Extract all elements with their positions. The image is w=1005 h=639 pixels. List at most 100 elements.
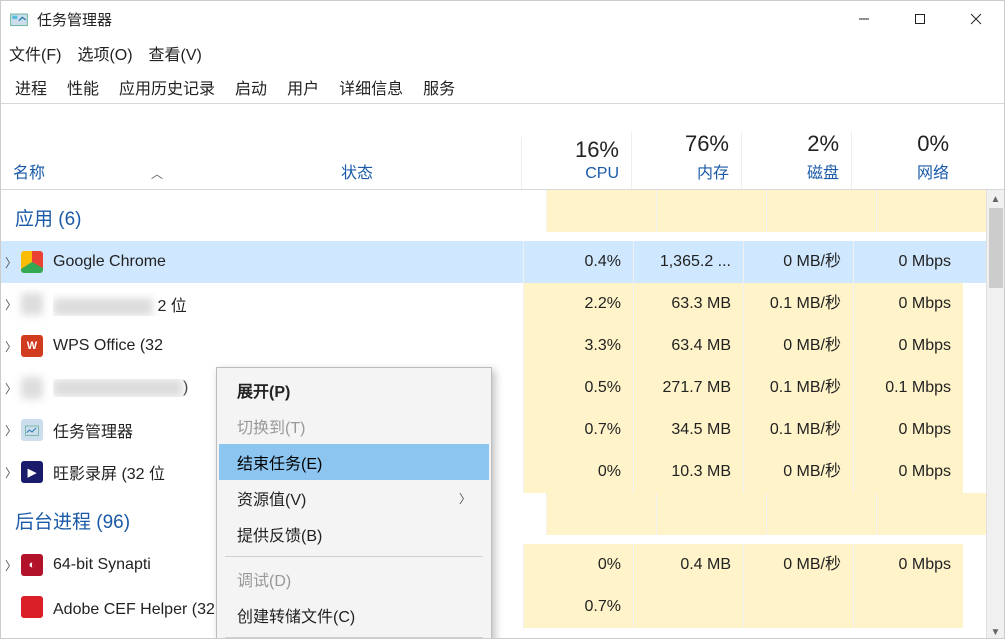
cell-cpu: 3.3%: [523, 325, 633, 367]
cell-cpu: 0.7%: [523, 409, 633, 451]
process-name: WPS Office (32: [53, 337, 343, 355]
process-row-recorder[interactable]: 〉 ▶ 旺影录屏 (32 位 0% 10.3 MB 0 MB/秒 0 Mbps: [1, 451, 986, 493]
column-network[interactable]: 0% 网络: [851, 131, 961, 189]
titlebar: 任务管理器: [1, 1, 1004, 37]
cell-cpu: 0.7%: [523, 586, 633, 628]
tab-services[interactable]: 服务: [413, 71, 465, 103]
process-row[interactable]: 〉 2 位 2.2% 63.3 MB 0.1 MB/秒 0 Mbps: [1, 283, 986, 325]
column-status-label: 状态: [341, 165, 373, 182]
menu-file[interactable]: 文件(F): [9, 41, 61, 65]
tab-details[interactable]: 详细信息: [329, 71, 413, 103]
cell-disk: [743, 586, 853, 628]
cell-cpu: 0.4%: [523, 241, 633, 283]
vertical-scrollbar[interactable]: ▲ ▼: [986, 190, 1004, 639]
column-name[interactable]: ︿ 名称: [1, 159, 341, 189]
column-disk-label: 磁盘: [807, 165, 839, 182]
column-network-label: 网络: [917, 165, 949, 182]
maximize-button[interactable]: [892, 1, 948, 37]
ctx-end-task[interactable]: 结束任务(E): [219, 444, 489, 480]
cell-network: 0.1 Mbps: [853, 367, 963, 409]
close-button[interactable]: [948, 1, 1004, 37]
cpu-usage-total: 16%: [522, 137, 619, 163]
column-disk[interactable]: 2% 磁盘: [741, 131, 851, 189]
process-list: 应用 (6) 〉 Google Chrome 0.4% 1,365.2 ... …: [1, 190, 1004, 639]
taskmgr-icon: [21, 419, 43, 441]
column-memory-label: 内存: [697, 165, 729, 182]
process-row-wps[interactable]: 〉 W WPS Office (32 3.3% 63.4 MB 0 MB/秒 0…: [1, 325, 986, 367]
scroll-up-icon[interactable]: ▲: [987, 190, 1004, 208]
cell-disk: 0.1 MB/秒: [743, 283, 853, 325]
process-row[interactable]: 〉 ) 0.5% 271.7 MB 0.1 MB/秒 0.1 Mbps: [1, 367, 986, 409]
expand-icon[interactable]: 〉: [1, 254, 21, 271]
cell-network: 0 Mbps: [853, 325, 963, 367]
process-row-adobe[interactable]: 〉 Adobe CEF Helper (32 位) 0.7%: [1, 586, 986, 628]
expand-icon[interactable]: 〉: [1, 296, 21, 313]
context-menu: 展开(P) 切换到(T) 结束任务(E) 资源值(V) 〉 提供反馈(B) 调试…: [216, 367, 492, 639]
ctx-create-dump[interactable]: 创建转储文件(C): [219, 597, 489, 633]
menu-bar: 文件(F) 选项(O) 查看(V): [1, 37, 1004, 69]
column-memory[interactable]: 76% 内存: [631, 131, 741, 189]
cell-disk: 0 MB/秒: [743, 451, 853, 493]
app-icon: [21, 377, 43, 399]
cell-memory: 63.4 MB: [633, 325, 743, 367]
menu-options[interactable]: 选项(O): [77, 41, 132, 65]
tab-strip: 进程 性能 应用历史记录 启动 用户 详细信息 服务: [1, 69, 1004, 104]
cell-cpu: 0.5%: [523, 367, 633, 409]
minimize-button[interactable]: [836, 1, 892, 37]
ctx-resource-values-label: 资源值(V): [237, 486, 306, 510]
cell-memory: 0.4 MB: [633, 544, 743, 586]
expand-icon[interactable]: 〉: [1, 464, 21, 481]
column-cpu[interactable]: 16% CPU: [521, 137, 631, 189]
cell-network: 0 Mbps: [853, 409, 963, 451]
cell-network: 0 Mbps: [853, 283, 963, 325]
cell-network: [853, 586, 963, 628]
ctx-switch-to: 切换到(T): [219, 408, 489, 444]
column-status[interactable]: 状态: [341, 159, 521, 189]
tab-performance[interactable]: 性能: [57, 71, 109, 103]
ctx-provide-feedback[interactable]: 提供反馈(B): [219, 516, 489, 552]
cell-network: 0 Mbps: [853, 451, 963, 493]
expand-icon[interactable]: 〉: [1, 557, 21, 574]
ctx-debug: 调试(D): [219, 561, 489, 597]
group-apps: 应用 (6): [1, 190, 546, 241]
expand-icon[interactable]: 〉: [1, 380, 21, 397]
scroll-thumb[interactable]: [989, 208, 1003, 288]
expand-icon[interactable]: 〉: [1, 422, 21, 439]
cell-memory: 63.3 MB: [633, 283, 743, 325]
cell-network: 0 Mbps: [853, 544, 963, 586]
task-manager-window: 任务管理器 文件(F) 选项(O) 查看(V) 进程 性能 应用历史记录 启动 …: [0, 0, 1005, 639]
memory-usage-total: 76%: [632, 131, 729, 157]
cell-cpu: 2.2%: [523, 283, 633, 325]
process-row-taskmgr[interactable]: 〉 任务管理器 0.7% 34.5 MB 0.1 MB/秒 0 Mbps: [1, 409, 986, 451]
app-icon: [21, 293, 43, 315]
process-row-synaptics[interactable]: 〉 ◐ 64-bit Synapti 0% 0.4 MB 0 MB/秒 0 Mb…: [1, 544, 986, 586]
cell-memory: 34.5 MB: [633, 409, 743, 451]
scroll-down-icon[interactable]: ▼: [987, 623, 1004, 639]
ctx-resource-values[interactable]: 资源值(V) 〉: [219, 480, 489, 516]
cell-disk: 0 MB/秒: [743, 241, 853, 283]
ctx-expand[interactable]: 展开(P): [219, 372, 489, 408]
cell-disk: 0 MB/秒: [743, 544, 853, 586]
chrome-icon: [21, 251, 43, 273]
separator: [225, 637, 483, 638]
cell-memory: 271.7 MB: [633, 367, 743, 409]
wps-icon: W: [21, 335, 43, 357]
app-icon: [9, 9, 29, 29]
cell-network: 0 Mbps: [853, 241, 963, 283]
sort-indicator-icon: ︿: [151, 165, 163, 182]
column-name-label: 名称: [13, 165, 45, 182]
menu-view[interactable]: 查看(V): [149, 41, 202, 65]
cell-cpu: 0%: [523, 451, 633, 493]
tab-users[interactable]: 用户: [277, 71, 329, 103]
cell-disk: 0 MB/秒: [743, 325, 853, 367]
process-name: Google Chrome: [53, 253, 343, 271]
cell-cpu: 0%: [523, 544, 633, 586]
process-row-chrome[interactable]: 〉 Google Chrome 0.4% 1,365.2 ... 0 MB/秒 …: [1, 241, 986, 283]
column-headers: ︿ 名称 状态 16% CPU 76% 内存 2% 磁盘 0% 网络: [1, 104, 1004, 190]
expand-icon[interactable]: 〉: [1, 338, 21, 355]
tab-startup[interactable]: 启动: [225, 71, 277, 103]
cell-disk: 0.1 MB/秒: [743, 409, 853, 451]
tab-app-history[interactable]: 应用历史记录: [109, 71, 225, 103]
tab-processes[interactable]: 进程: [5, 71, 57, 103]
cell-disk: 0.1 MB/秒: [743, 367, 853, 409]
